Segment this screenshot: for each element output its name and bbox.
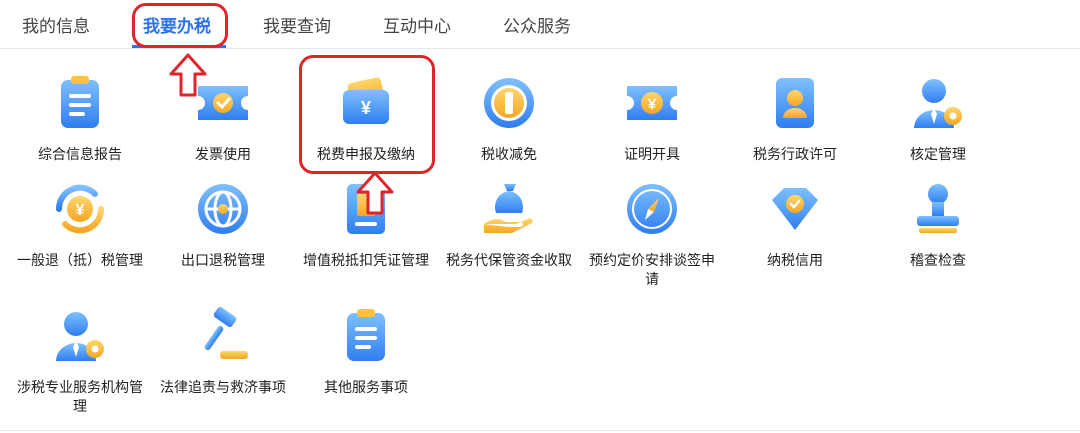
person-settings-icon <box>49 305 111 367</box>
service-tile-invoice-use[interactable]: 发票使用 <box>153 72 293 165</box>
service-label: 稽查检查 <box>910 253 966 269</box>
money-bag-hand-icon <box>478 178 540 240</box>
active-tab-underline <box>132 45 226 48</box>
service-tile-advance-pricing[interactable]: 预约定价安排谈签申请 <box>582 178 722 290</box>
service-label: 税务代保管资金收取 <box>446 253 572 269</box>
service-label: 增值税抵扣凭证管理 <box>303 253 429 269</box>
gavel-icon <box>192 305 254 367</box>
globe-icon <box>192 178 254 240</box>
license-person-icon <box>764 72 826 134</box>
service-tile-administrative-license[interactable]: 税务行政许可 <box>725 72 865 165</box>
tab-public-service[interactable]: 公众服务 <box>503 12 571 37</box>
service-tile-comprehensive-info-report[interactable]: 综合信息报告 <box>10 72 150 165</box>
service-label: 涉税专业服务机构管理 <box>17 380 143 415</box>
service-tile-legal-remedy[interactable]: 法律追责与救济事项 <box>153 305 293 398</box>
tab-tax-handling[interactable]: 我要办税 <box>143 12 211 37</box>
service-tile-audit-inspection[interactable]: 稽查检查 <box>868 178 1008 271</box>
person-settings-icon <box>907 72 969 134</box>
document-list-icon <box>335 305 397 367</box>
compass-icon <box>621 178 683 240</box>
svg-text:¥: ¥ <box>648 96 657 113</box>
service-label: 税费申报及缴纳 <box>317 147 415 163</box>
service-label: 税务行政许可 <box>753 147 837 163</box>
service-label: 出口退税管理 <box>181 253 265 269</box>
bottom-divider <box>0 430 1080 431</box>
service-tile-vat-deduction-voucher[interactable]: 增值税抵扣凭证管理 <box>296 178 436 271</box>
service-tile-assessment-management[interactable]: 核定管理 <box>868 72 1008 165</box>
service-label: 综合信息报告 <box>38 147 122 163</box>
svg-text:¥: ¥ <box>76 202 85 219</box>
invoice-ticket-icon <box>192 72 254 134</box>
service-tile-custody-fund-collection[interactable]: 税务代保管资金收取 <box>439 178 579 271</box>
service-label: 发票使用 <box>195 147 251 163</box>
service-label: 证明开具 <box>624 147 680 163</box>
service-label: 其他服务事项 <box>324 380 408 396</box>
diamond-check-icon <box>764 178 826 240</box>
service-label: 法律追责与救济事项 <box>160 380 286 396</box>
tab-my-info[interactable]: 我的信息 <box>22 12 90 37</box>
document-list-icon <box>49 72 111 134</box>
service-tile-tax-declaration-payment[interactable]: ¥ 税费申报及缴纳 <box>296 72 436 165</box>
service-label: 预约定价安排谈签申请 <box>589 253 715 288</box>
service-tile-certificate-issuance[interactable]: ¥ 证明开具 <box>582 72 722 165</box>
top-tab-bar: 我的信息 我要办税 我要查询 互动中心 公众服务 <box>0 0 1080 49</box>
tax-reduction-badge-icon <box>478 72 540 134</box>
voucher-book-icon <box>335 178 397 240</box>
service-tile-general-refund[interactable]: ¥ 一般退（抵）税管理 <box>10 178 150 271</box>
svg-text:¥: ¥ <box>361 98 371 118</box>
yuan-refund-cycle-icon: ¥ <box>49 178 111 240</box>
service-label: 核定管理 <box>910 147 966 163</box>
tab-query[interactable]: 我要查询 <box>263 12 331 37</box>
service-tile-tax-credit[interactable]: 纳税信用 <box>725 178 865 271</box>
tab-interaction-center[interactable]: 互动中心 <box>383 12 451 37</box>
service-label: 纳税信用 <box>767 253 823 269</box>
service-tile-export-refund[interactable]: 出口退税管理 <box>153 178 293 271</box>
yuan-ticket-icon: ¥ <box>621 72 683 134</box>
service-tile-other-services[interactable]: 其他服务事项 <box>296 305 436 398</box>
stamp-icon <box>907 178 969 240</box>
service-tile-tax-reduction[interactable]: 税收减免 <box>439 72 579 165</box>
yuan-wallet-icon: ¥ <box>335 72 397 134</box>
service-tile-professional-service-agency[interactable]: 涉税专业服务机构管理 <box>10 305 150 417</box>
service-label: 税收减免 <box>481 147 537 163</box>
service-label: 一般退（抵）税管理 <box>17 253 143 269</box>
